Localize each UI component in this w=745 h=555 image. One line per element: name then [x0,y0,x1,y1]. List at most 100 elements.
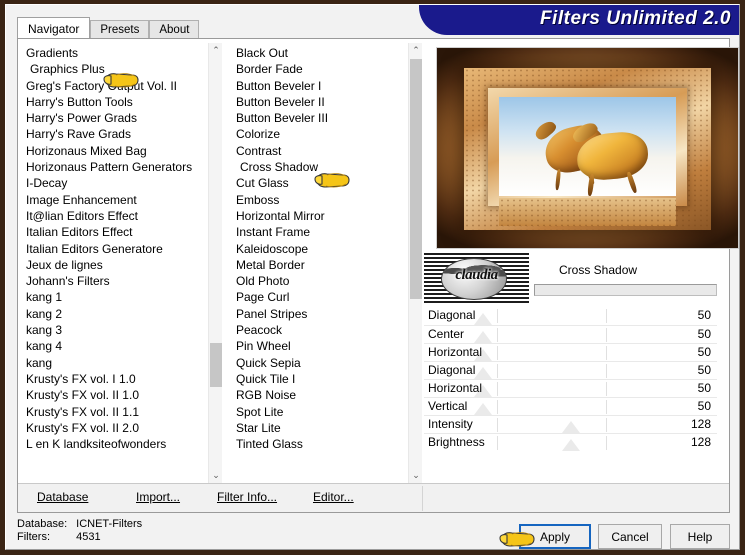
slider-row[interactable]: Diagonal 50 [424,361,717,379]
filter-item[interactable]: Spot Lite [232,404,408,420]
navigator-item[interactable]: Krusty's FX vol. I 1.0 [22,371,208,387]
filter-item[interactable]: Kaleidoscope [232,241,408,257]
filter-item[interactable]: Tinted Glass [232,436,408,452]
cancel-button[interactable]: Cancel [598,524,662,549]
filter-item[interactable]: Page Curl [232,289,408,305]
filter-item[interactable]: RGB Noise [232,387,408,403]
preview-image[interactable] [436,47,739,249]
filter-item[interactable]: Cut Glass [232,175,408,191]
navigator-item[interactable]: Harry's Button Tools [22,94,208,110]
navigator-item[interactable]: Graphics Plus [22,61,208,77]
filter-item[interactable]: Button Beveler III [232,110,408,126]
navigator-item[interactable]: Italian Editors Generatore [22,241,208,257]
navigator-scroll-up-icon[interactable]: ⌃ [209,43,222,58]
slider-row[interactable]: Horizontal 50 [424,343,717,361]
navigator-item[interactable]: Harry's Rave Grads [22,126,208,142]
filters-scroll-up-icon[interactable]: ⌃ [409,43,422,58]
slider-thumb[interactable] [561,421,580,433]
navigator-scroll-down-icon[interactable]: ⌄ [209,468,222,483]
tab-navigator[interactable]: Navigator [17,17,91,38]
filter-info-button[interactable]: Filter Info... [217,490,277,504]
tab-presets[interactable]: Presets [90,20,150,38]
navigator-item-label: Johann's Filters [26,274,110,289]
navigator-item-label: kang 2 [26,306,63,321]
slider-label: Center [428,327,465,341]
slider-row[interactable]: Diagonal 50 [424,307,717,325]
apply-button[interactable]: Apply [519,524,591,549]
navigator-item[interactable]: Harry's Power Grads [22,110,208,126]
navigator-list[interactable]: Gradients Graphics Plus Greg's Factory Out… [22,43,222,483]
navigator-item[interactable]: Greg's Factory Output Vol. II [22,78,208,94]
slider-row[interactable]: Brightness 128 [424,433,717,451]
filter-item[interactable]: Border Fade [232,61,408,77]
filter-item-label: Colorize [236,127,281,142]
navigator-item[interactable]: Krusty's FX vol. II 1.1 [22,404,208,420]
editor-button[interactable]: Editor... [313,490,354,504]
navigator-item[interactable]: L en K landksiteofwonders [22,436,208,452]
filters-list[interactable]: Black Out Border Fade Button Beveler I Butt… [232,43,422,483]
database-button[interactable]: Database [37,490,88,504]
import-button[interactable]: Import... [136,490,180,504]
slider-track[interactable] [424,398,717,415]
slider-value: 128 [690,435,711,449]
tab-about[interactable]: About [149,20,200,38]
slider-row[interactable]: Vertical 50 [424,397,717,415]
slider-thumb[interactable] [561,439,580,451]
navigator-item[interactable]: Krusty's FX vol. II 2.0 [22,420,208,436]
slider-thumb[interactable] [473,367,492,379]
filter-item-label: Button Beveler I [236,78,322,93]
navigator-item[interactable]: Krusty's FX vol. II 1.0 [22,387,208,403]
navigator-items[interactable]: Gradients Graphics Plus Greg's Factory Out… [22,43,208,483]
slider-thumb[interactable] [473,331,492,343]
filter-item[interactable]: Pin Wheel [232,338,408,354]
filter-item[interactable]: Metal Border [232,257,408,273]
filter-item[interactable]: Contrast [232,143,408,159]
slider-row[interactable]: Intensity 128 [424,415,717,433]
slider-thumb[interactable] [473,403,492,415]
filter-item[interactable]: Instant Frame [232,224,408,240]
navigator-item[interactable]: kang 4 [22,338,208,354]
navigator-item[interactable]: Horizonaus Mixed Bag [22,143,208,159]
filter-item-label: Border Fade [236,62,303,77]
filter-item[interactable]: Star Lite [232,420,408,436]
filter-item[interactable]: Colorize [232,126,408,142]
filter-item[interactable]: Button Beveler I [232,78,408,94]
navigator-item[interactable]: Gradients [22,45,208,61]
navigator-item[interactable]: It@lian Editors Effect [22,208,208,224]
navigator-item[interactable]: kang 3 [22,322,208,338]
filter-item[interactable]: Peacock [232,322,408,338]
navigator-scroll-thumb[interactable] [210,343,222,387]
navigator-item[interactable]: I-Decay [22,175,208,191]
slider-row[interactable]: Horizontal 50 [424,379,717,397]
filters-items[interactable]: Black Out Border Fade Button Beveler I Butt… [232,43,408,483]
navigator-item[interactable]: kang 2 [22,306,208,322]
navigator-item[interactable]: kang [22,355,208,371]
slider-thumb[interactable] [473,313,492,325]
filters-scroll-down-icon[interactable]: ⌄ [409,468,422,483]
filters-scrollbar[interactable]: ⌃ ⌄ [408,43,422,483]
filter-item[interactable]: Button Beveler II [232,94,408,110]
navigator-item[interactable]: Image Enhancement [22,192,208,208]
help-button[interactable]: Help [670,524,730,549]
navigator-item[interactable]: Horizonaus Pattern Generators [22,159,208,175]
slider-row[interactable]: Center 50 [424,325,717,343]
slider-label: Horizontal [428,345,483,359]
navigator-item[interactable]: Italian Editors Effect [22,224,208,240]
navigator-scrollbar[interactable]: ⌃ ⌄ [208,43,222,483]
navigator-item[interactable]: Johann's Filters [22,273,208,289]
filter-item[interactable]: Panel Stripes [232,306,408,322]
filter-item[interactable]: Old Photo [232,273,408,289]
parameter-sliders: Diagonal 50 Center 50 Horizontal 50 Diagonal 50… [424,307,717,486]
filter-item[interactable]: Black Out [232,45,408,61]
filter-item[interactable]: Quick Sepia [232,355,408,371]
card-footer: Database Import... Filter Info... Editor… [18,483,729,512]
filter-item[interactable]: Emboss [232,192,408,208]
preset-name-input[interactable] [534,284,717,296]
filter-item[interactable]: Horizontal Mirror [232,208,408,224]
filter-item[interactable]: Quick Tile I [232,371,408,387]
navigator-item[interactable]: Jeux de lignes [22,257,208,273]
navigator-item[interactable]: kang 1 [22,289,208,305]
slider-track[interactable] [424,326,717,343]
filter-item[interactable]: Cross Shadow [232,159,408,175]
filters-scroll-thumb[interactable] [410,59,422,299]
